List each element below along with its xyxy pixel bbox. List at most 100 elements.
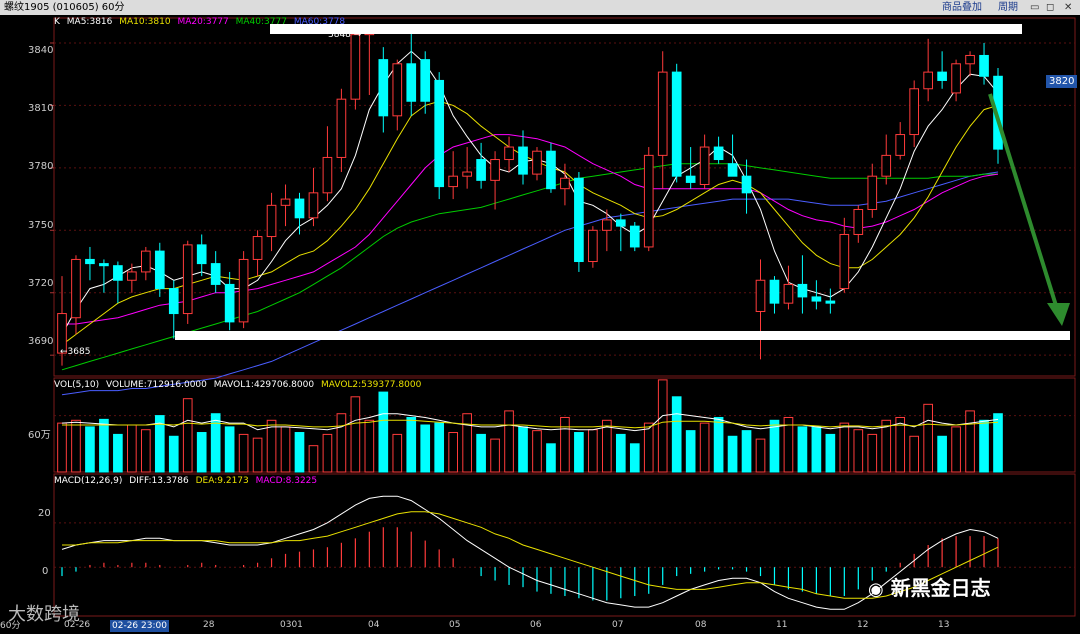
volume-bar <box>364 419 375 473</box>
candle-body <box>685 175 696 183</box>
volume-bar <box>224 426 235 473</box>
candle-body <box>210 263 221 285</box>
candle-body <box>713 146 724 161</box>
y-tick-3840: 3840 <box>28 45 54 56</box>
mavol1-line <box>61 413 999 432</box>
candle-body <box>755 279 766 312</box>
ma60-line <box>61 171 999 396</box>
candle-body <box>322 156 333 194</box>
candle-body <box>99 263 109 267</box>
legend-volume: VOLUME:712916.0000 <box>106 380 207 390</box>
volume-bar <box>755 438 766 473</box>
volume-bar <box>252 437 263 473</box>
candle-body <box>867 175 878 210</box>
volume-bar <box>979 419 989 473</box>
volume-bar <box>532 430 542 473</box>
candle-body <box>406 63 417 102</box>
candle-body <box>462 171 472 177</box>
volume-bar <box>140 429 151 473</box>
candle-body <box>127 271 137 281</box>
volume-bar <box>560 416 570 473</box>
candle-body <box>853 208 864 235</box>
x-label-04: 04 <box>368 620 380 630</box>
volume-bar <box>671 396 682 473</box>
volume-bar <box>741 430 752 473</box>
support-highlight-bar <box>175 331 1070 340</box>
volume-bar <box>168 435 179 473</box>
vol-y-tick: 60万 <box>28 430 51 441</box>
candle-body <box>336 98 347 158</box>
y-tick-3780: 3780 <box>28 161 54 172</box>
candle-body <box>839 233 850 290</box>
candle-body <box>392 63 403 117</box>
x-label-08: 08 <box>695 620 707 630</box>
legend-vol: VOL(5,10) <box>54 380 100 390</box>
kline-chart[interactable] <box>0 0 1080 634</box>
cursor-time-badge: 02-26 23:00 <box>110 620 169 632</box>
watermark-left: 大数跨境 <box>8 604 80 625</box>
trend-arrow-head <box>1047 303 1070 326</box>
candle-body <box>308 192 319 219</box>
volume-bar <box>769 419 780 473</box>
legend-diff: DIFF:13.3786 <box>129 476 189 486</box>
legend-ma10: MA10:3810 <box>119 17 171 27</box>
volume-bar <box>923 403 933 473</box>
volume-bar <box>881 419 892 473</box>
volume-bar <box>196 432 207 473</box>
candle-body <box>490 159 500 181</box>
candle-body <box>266 204 277 238</box>
volume-bar <box>699 422 710 473</box>
candle-body <box>546 150 556 190</box>
volume-bar <box>504 410 514 473</box>
volume-bar <box>825 433 836 473</box>
volume-bar <box>965 410 975 473</box>
volume-bar <box>322 433 333 473</box>
y-tick-3690: 3690 <box>28 336 54 347</box>
candle-body <box>196 244 207 265</box>
legend-ma60: MA60:3778 <box>293 17 346 27</box>
x-label-0301: 0301 <box>280 620 303 630</box>
volume-bar <box>853 429 864 473</box>
volume-bar <box>238 433 249 473</box>
low-annotation: ←3685 <box>60 347 91 357</box>
candle-body <box>783 283 794 304</box>
x-label-05: 05 <box>449 620 461 630</box>
volume-bar <box>280 426 291 473</box>
volume-bar <box>350 396 361 473</box>
candle-body <box>797 283 808 298</box>
candle-body <box>448 175 458 188</box>
candle-body <box>657 71 668 156</box>
volume-bar <box>713 416 724 473</box>
candle-body <box>560 177 570 190</box>
volume-bar <box>546 443 556 473</box>
current-price-badge: 3820 <box>1046 75 1078 88</box>
volume-bar <box>643 422 654 473</box>
candle-body <box>378 59 389 117</box>
x-label-07: 07 <box>612 620 624 630</box>
volume-bar <box>476 433 486 473</box>
legend-ma5: MA5:3816 <box>66 17 113 27</box>
volume-bar <box>490 438 500 473</box>
candle-body <box>476 159 486 181</box>
candle-body <box>615 219 626 227</box>
candle-body <box>420 59 431 102</box>
candle-body <box>825 300 836 304</box>
candle-body <box>113 265 123 281</box>
volume-bar <box>392 433 403 473</box>
candle-body <box>965 54 975 65</box>
volume-bar <box>406 416 417 473</box>
volume-bar <box>420 424 431 473</box>
y-tick-3810: 3810 <box>28 103 54 114</box>
candle-body <box>294 198 305 219</box>
volume-bar <box>937 435 947 473</box>
volume-bar <box>797 426 808 473</box>
volume-bar <box>336 413 347 473</box>
volume-bar <box>99 418 109 473</box>
high-annotation: 3848 → <box>328 30 362 40</box>
x-label-12: 12 <box>857 620 869 630</box>
candle-body <box>727 163 738 177</box>
candle-body <box>951 63 961 94</box>
volume-bar <box>657 379 668 473</box>
volume-bar <box>839 422 850 473</box>
candle-body <box>350 34 361 100</box>
